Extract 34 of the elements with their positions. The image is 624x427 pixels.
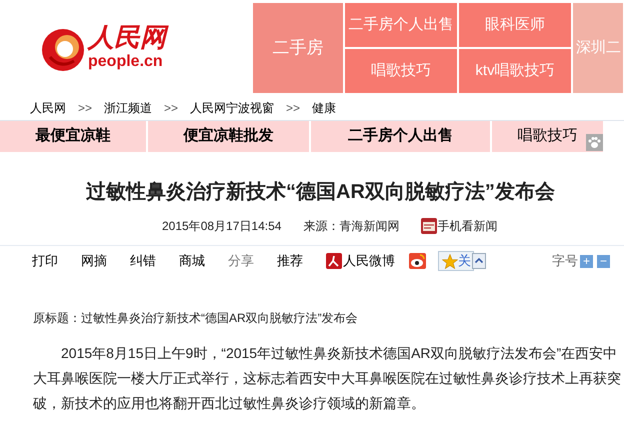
toolbar-link[interactable]: 网摘 [81, 251, 107, 271]
nav-link[interactable]: 便宜凉鞋批发 [148, 121, 309, 152]
star-icon [442, 254, 458, 268]
weibo-eye-icon[interactable] [409, 253, 426, 269]
breadcrumb-link[interactable]: 浙江频道 [104, 99, 152, 117]
toolbar-link[interactable]: 打印 [32, 251, 58, 271]
nav-link[interactable]: 唱歌技巧 [492, 121, 603, 152]
toolbar-link[interactable]: 商城 [179, 251, 205, 271]
mobile-news-link[interactable]: 手机看新闻 [421, 217, 498, 235]
toolbar-link[interactable]: 推荐 [277, 251, 303, 271]
follow-button[interactable]: 关 [438, 251, 474, 271]
breadcrumb-link[interactable]: 人民网宁波视窗 [190, 99, 274, 117]
publish-date: 2015年08月17日14:54 [162, 218, 282, 235]
breadcrumb-separator: >> [286, 100, 300, 117]
source-text: 来源：青海新闻网 [303, 218, 400, 235]
nav-link[interactable]: 最便宜凉鞋 [0, 121, 146, 152]
logo-domain: people.cn [88, 52, 164, 70]
article-title: 过敏性鼻炎治疗新技术“德国AR双向脱敏疗法”发布会 [86, 180, 556, 205]
article-paragraph: 2015年8月15日上午9时，“2015年过敏性鼻炎新技术德国AR双向脱敏疗法发布会”在西安中大耳鼻喉医院一楼大厅正式举行，这标志着西安中大耳鼻喉医院在过敏性鼻炎诊疗技术上再获突破，新技术的应用也将翻开西北过敏性鼻炎诊疗领域的新篇章。 [33, 344, 622, 413]
newspaper-icon [421, 218, 438, 234]
paw-icon [586, 134, 603, 151]
nav-link[interactable]: 二手房个人出售 [311, 121, 490, 152]
caret-up-icon[interactable] [472, 253, 486, 269]
breadcrumb-link[interactable]: 健康 [312, 99, 336, 117]
breadcrumb-separator: >> [164, 100, 178, 117]
share-label: 分享 [228, 252, 254, 270]
toolbar-link[interactable]: 纠错 [130, 251, 156, 271]
font-size-label: 字号 [552, 252, 578, 270]
weibo-link[interactable]: 人民微博 [326, 251, 395, 271]
breadcrumb-separator: >> [78, 100, 92, 117]
breadcrumb-link[interactable]: 人民网 [30, 99, 66, 117]
person-logo-icon [326, 253, 342, 269]
original-title: 原标题：过敏性鼻炎治疗新技术“德国AR双向脱敏疗法”发布会 [33, 310, 359, 327]
swirl-logo-icon [40, 26, 86, 72]
